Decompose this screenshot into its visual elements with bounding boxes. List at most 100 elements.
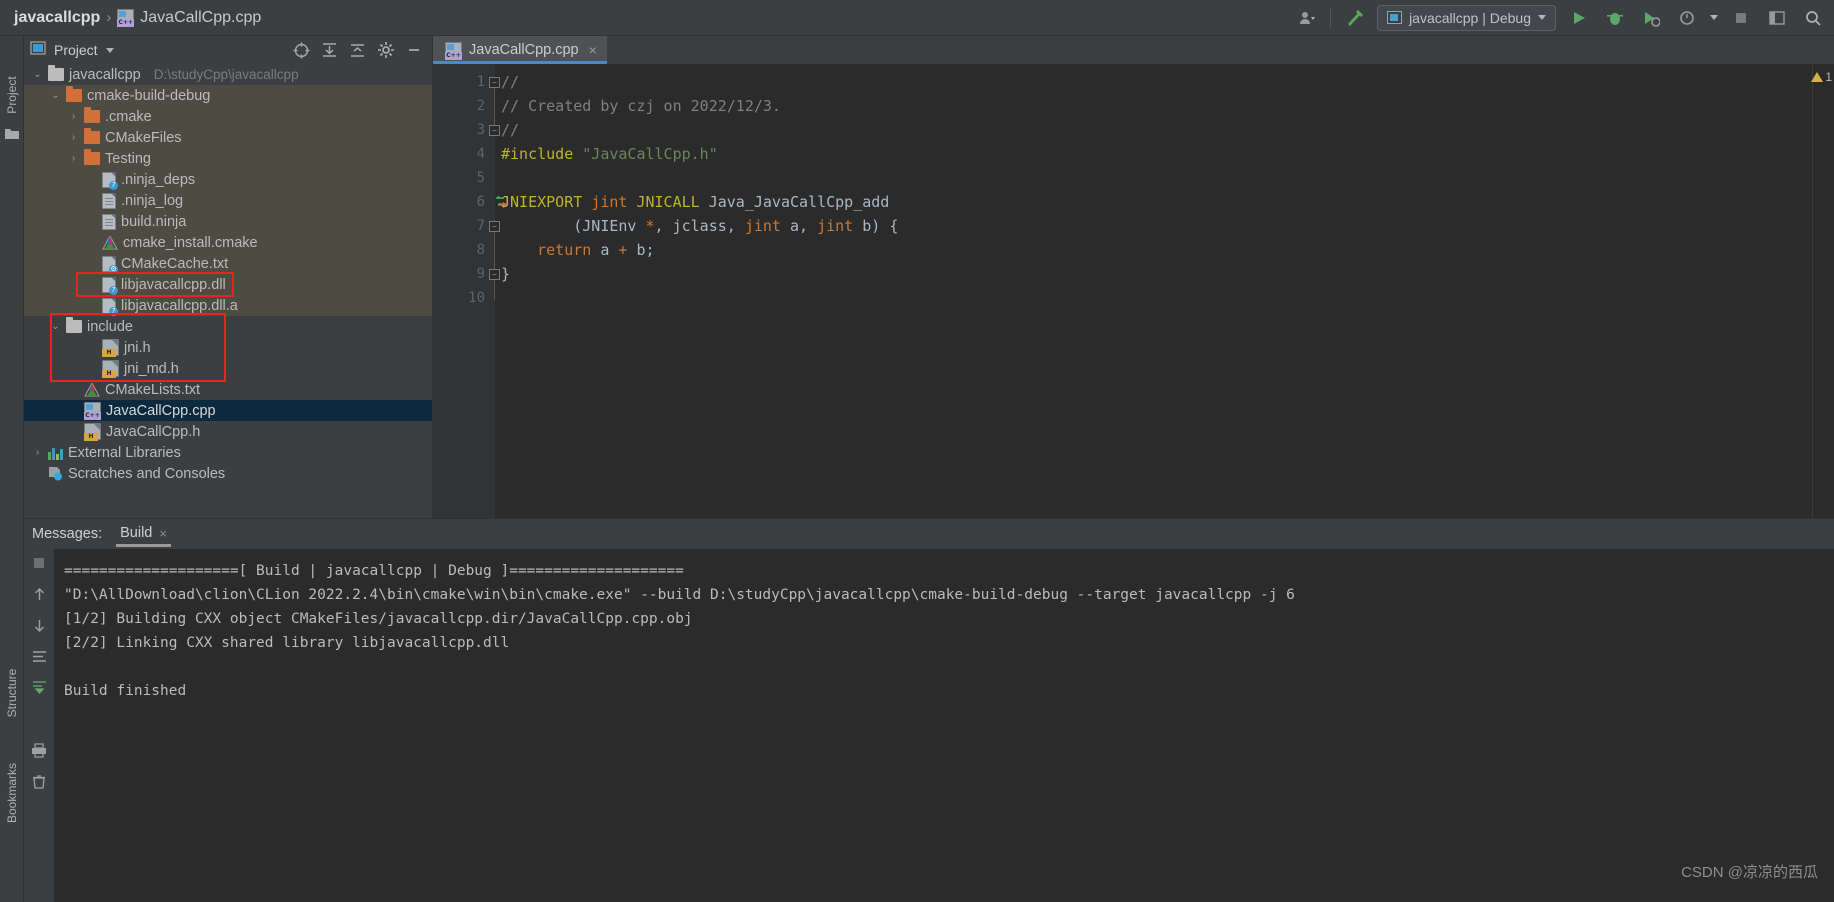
tree-row-external-libraries[interactable]: › External Libraries — [24, 442, 432, 463]
close-icon[interactable]: × — [159, 526, 167, 541]
code-line[interactable]: // Created by czj on 2022/12/3. — [495, 94, 1834, 118]
layout-icon[interactable] — [1764, 5, 1790, 31]
fold-marker[interactable]: − — [489, 125, 500, 136]
editor-tab-javacallcpp-cpp[interactable]: JavaCallCpp.cpp × — [433, 36, 607, 64]
code-line[interactable] — [495, 286, 1834, 310]
tree-row-javacallcpp-h[interactable]: › JavaCallCpp.h — [24, 421, 432, 442]
tree-row-jni-h[interactable]: › jni.h — [24, 337, 432, 358]
tree-row-ninja-deps[interactable]: ›?.ninja_deps — [24, 169, 432, 190]
question-badge-icon: ? — [109, 306, 118, 316]
project-folder-icon[interactable] — [4, 126, 20, 142]
folder-icon — [84, 128, 100, 144]
tree-row-cmake[interactable]: › .cmake — [24, 106, 432, 127]
tree-row-javacallcpp[interactable]: ⌄ javacallcpp D:\studyCpp\javacallcpp — [24, 64, 432, 85]
build-console-output[interactable]: ====================[ Build | javacallcp… — [54, 549, 1834, 902]
search-icon[interactable] — [1800, 5, 1826, 31]
gear-icon[interactable] — [377, 42, 394, 59]
messages-tool-window: Messages: Build × ====================[… — [24, 518, 1834, 902]
chevron-right-icon[interactable]: › — [68, 132, 79, 143]
trash-icon[interactable] — [31, 773, 47, 789]
down-icon[interactable] — [31, 617, 47, 633]
warning-icon — [1811, 72, 1824, 82]
profiler-chevron-icon[interactable] — [1710, 15, 1718, 20]
code-lines[interactable]: − − − −//// Created by czj on 2022/12/3.//#… — [489, 64, 1834, 518]
text-file-icon — [102, 213, 116, 230]
tree-row-cmakelists-txt[interactable]: › CMakeLists.txt — [24, 379, 432, 400]
tree-row-label: cmake-build-debug — [87, 87, 211, 104]
tree-row-label: CMakeLists.txt — [105, 381, 201, 398]
chevron-right-icon[interactable]: › — [68, 153, 79, 164]
line-number: 4 — [476, 146, 485, 162]
tree-row-label: External Libraries — [68, 444, 181, 461]
chevron-right-icon: › — [86, 258, 97, 269]
run-configuration-selector[interactable]: javacallcpp | Debug — [1377, 4, 1556, 31]
rerun-icon[interactable] — [31, 555, 47, 571]
code-line[interactable]: #include "JavaCallCpp.h" — [495, 142, 1834, 166]
fold-marker[interactable]: − — [489, 221, 500, 232]
print-icon[interactable] — [31, 742, 47, 758]
breadcrumb-project[interactable]: javacallcpp — [14, 9, 100, 27]
minimize-icon[interactable] — [405, 42, 422, 59]
tree-row-cmakefiles[interactable]: › CMakeFiles — [24, 127, 432, 148]
soft-wrap-icon[interactable] — [31, 648, 47, 664]
up-icon[interactable] — [31, 586, 47, 602]
tree-row-testing[interactable]: › Testing — [24, 148, 432, 169]
cmake-file-icon — [102, 234, 118, 250]
editor-inspection-rail[interactable]: 1 — [1811, 64, 1834, 518]
stop-button[interactable] — [1728, 5, 1754, 31]
code-view[interactable]: 1 2 3 4 5 6 7 8 9 10 − − − −//// Created by czj on 2… — [433, 64, 1834, 518]
status-badge[interactable]: 1 — [1811, 70, 1832, 84]
tree-row-label: libjavacallcpp.dll — [121, 276, 226, 293]
tool-window-project[interactable]: Project — [5, 59, 19, 131]
code-line[interactable]: // — [495, 118, 1834, 142]
tree-row-libjavacallcpp-dll[interactable]: ›?libjavacallcpp.dll — [24, 274, 432, 295]
user-icon[interactable] — [1294, 5, 1320, 31]
tree-row-cmake-build-debug[interactable]: ⌄ cmake-build-debug — [24, 85, 432, 106]
tree-row-label: build.ninja — [121, 213, 187, 230]
tree-row-jni-md-h[interactable]: › jni_md.h — [24, 358, 432, 379]
chevron-right-icon[interactable]: › — [32, 447, 43, 458]
profiler-icon[interactable] — [1674, 5, 1700, 31]
expand-all-icon[interactable] — [321, 42, 338, 59]
project-dropdown-icon[interactable] — [105, 47, 114, 53]
fold-marker[interactable]: − — [489, 269, 500, 280]
debug-button[interactable] — [1602, 5, 1628, 31]
code-line[interactable]: JNIEXPORT jint JNICALL Java_JavaCallCpp_… — [495, 190, 1834, 214]
code-line[interactable] — [495, 166, 1834, 190]
tree-row-ninja-log[interactable]: › .ninja_log — [24, 190, 432, 211]
tree-row-scratches-and-consoles[interactable]: › Scratches and Consoles — [24, 463, 432, 484]
question-badge-icon: ? — [109, 180, 118, 190]
editor-tab-label: JavaCallCpp.cpp — [469, 42, 579, 58]
tree-row-build-ninja[interactable]: › build.ninja — [24, 211, 432, 232]
code-line[interactable]: (JNIEnv *, jclass, jint a, jint b) { — [495, 214, 1834, 238]
tool-window-bookmarks[interactable]: Bookmarks — [5, 757, 19, 829]
target-icon[interactable] — [293, 42, 310, 59]
console-action-strip — [24, 549, 54, 902]
tool-window-structure[interactable]: Structure — [5, 657, 19, 729]
breadcrumb-file[interactable]: JavaCallCpp.cpp — [140, 9, 261, 27]
fold-marker[interactable]: − — [489, 77, 500, 88]
hammer-icon[interactable] — [1341, 5, 1367, 31]
chevron-right-icon[interactable]: › — [68, 111, 79, 122]
tree-row-cmake-install-cmake[interactable]: › cmake_install.cmake — [24, 232, 432, 253]
chevron-down-icon[interactable]: ⌄ — [32, 69, 43, 80]
chevron-down-icon[interactable]: ⌄ — [50, 90, 61, 101]
tree-row-libjavacallcpp-dll-a[interactable]: ›?libjavacallcpp.dll.a — [24, 295, 432, 316]
tree-row-label: CMakeFiles — [105, 129, 182, 146]
chevron-down-icon[interactable]: ⌄ — [50, 321, 61, 332]
tree-row-javacallcpp-cpp[interactable]: › JavaCallCpp.cpp — [24, 400, 432, 421]
tab-build[interactable]: Build × — [116, 521, 171, 547]
tree-row-include[interactable]: ⌄ include — [24, 316, 432, 337]
code-line[interactable]: // — [495, 70, 1834, 94]
tree-row-cmakecache-txt[interactable]: › ⚙CMakeCache.txt — [24, 253, 432, 274]
code-line[interactable]: } — [495, 262, 1834, 286]
collapse-all-icon[interactable] — [349, 42, 366, 59]
run-with-coverage-icon[interactable] — [1638, 5, 1664, 31]
run-button[interactable] — [1566, 5, 1592, 31]
line-number: 5 — [476, 170, 485, 186]
code-line[interactable]: return a + b; — [495, 238, 1834, 262]
code-folding-bar[interactable]: − − − − — [489, 70, 503, 524]
project-tree[interactable]: ⌄ javacallcpp D:\studyCpp\javacallcpp ⌄ cmak… — [24, 64, 432, 518]
close-icon[interactable]: × — [589, 42, 597, 58]
scroll-to-end-icon[interactable] — [31, 679, 47, 695]
